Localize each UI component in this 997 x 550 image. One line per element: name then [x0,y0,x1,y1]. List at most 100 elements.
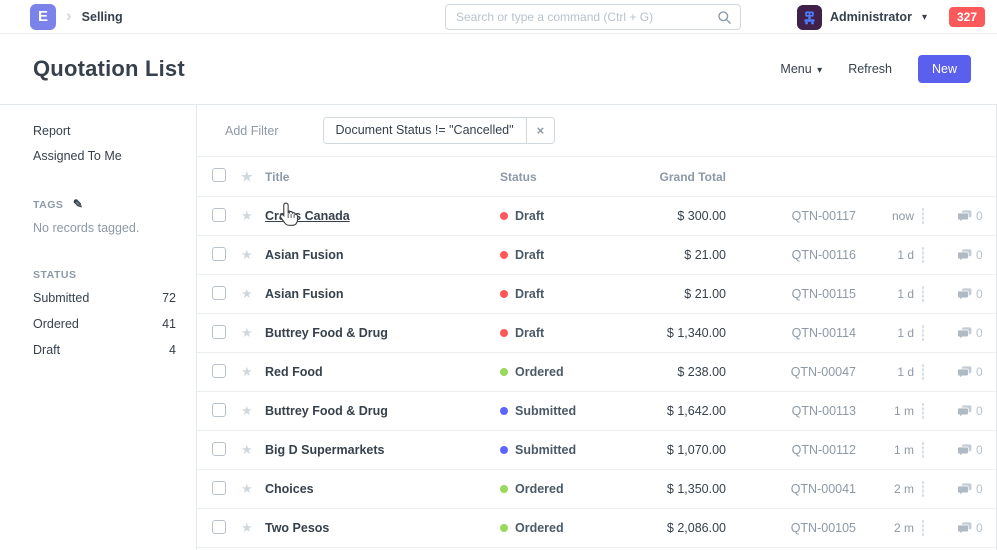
user-menu[interactable]: Administrator [830,10,912,24]
quotation-title-link[interactable]: Red Food [265,365,323,379]
comment-count: 0 [976,521,983,535]
assign-placeholder[interactable] [922,364,924,380]
app-logo[interactable]: E [30,4,56,30]
quotation-title-link[interactable]: Crafts Canada [265,209,350,223]
remove-filter-close-icon[interactable]: × [527,118,555,143]
comment-count-cell[interactable]: 0 [958,326,996,340]
row-checkbox[interactable] [212,325,226,339]
quotation-title-link[interactable]: Buttrey Food & Drug [265,404,388,418]
column-header-title[interactable]: Title [265,170,500,184]
quotation-id[interactable]: QTN-00113 [730,404,870,418]
star-icon[interactable]: ★ [241,286,253,301]
quotation-id[interactable]: QTN-00114 [730,326,870,340]
row-checkbox[interactable] [212,442,226,456]
assign-placeholder[interactable] [922,286,924,302]
assign-placeholder[interactable] [922,403,924,419]
status-filter-draft[interactable]: Draft 4 [33,343,176,357]
add-filter-button[interactable]: Add Filter [225,124,279,138]
star-icon[interactable]: ★ [241,325,253,340]
row-checkbox[interactable] [212,481,226,495]
search-input[interactable] [446,10,717,24]
refresh-button[interactable]: Refresh [848,62,892,76]
comment-count: 0 [976,482,983,496]
comment-count-cell[interactable]: 0 [958,521,996,535]
user-avatar[interactable] [797,5,822,30]
quotation-id[interactable]: QTN-00105 [730,521,870,535]
star-header-icon[interactable]: ★ [241,169,253,184]
sidebar-item-report[interactable]: Report [33,124,176,138]
row-checkbox[interactable] [212,403,226,417]
quotation-id[interactable]: QTN-00047 [730,365,870,379]
quotation-title-link[interactable]: Asian Fusion [265,287,343,301]
column-header-status[interactable]: Status [500,170,630,184]
comment-count-cell[interactable]: 0 [958,209,996,223]
quotation-id[interactable]: QTN-00112 [730,443,870,457]
status-cell: Draft [500,209,630,223]
assign-placeholder[interactable] [922,325,924,341]
star-icon[interactable]: ★ [241,364,253,379]
grand-total-cell: $ 1,350.00 [630,482,730,496]
quotation-id[interactable]: QTN-00117 [730,209,870,223]
quotation-title-link[interactable]: Asian Fusion [265,248,343,262]
comment-count-cell[interactable]: 0 [958,482,996,496]
comment-count-cell[interactable]: 0 [958,365,996,379]
grand-total-cell: $ 238.00 [630,365,730,379]
status-filter-submitted[interactable]: Submitted 72 [33,291,176,305]
quotation-title-link[interactable]: Big D Supermarkets [265,443,384,457]
comment-icon [958,366,972,378]
status-cell: Ordered [500,482,630,496]
comment-count-cell[interactable]: 0 [958,287,996,301]
filter-chip-label[interactable]: Document Status != "Cancelled" [324,118,527,143]
star-icon[interactable]: ★ [241,481,253,496]
column-header-grand-total[interactable]: Grand Total [630,170,730,184]
quotation-row: ★ Red Food Ordered $ 238.00 QTN-00047 1 … [197,353,996,392]
notification-badge[interactable]: 327 [949,7,985,27]
star-icon[interactable]: ★ [241,442,253,457]
menu-button[interactable]: Menu ▾ [780,62,822,76]
search-icon[interactable] [717,10,732,25]
row-checkbox[interactable] [212,208,226,222]
comment-count-cell[interactable]: 0 [958,248,996,262]
row-checkbox[interactable] [212,364,226,378]
quotation-title-link[interactable]: Buttrey Food & Drug [265,326,388,340]
quotation-row: ★ Choices Ordered $ 1,350.00 QTN-00041 2… [197,470,996,509]
status-label: Draft [515,209,544,223]
row-checkbox[interactable] [212,247,226,261]
grand-total-cell: $ 1,340.00 [630,326,730,340]
assign-placeholder[interactable] [922,481,924,497]
quotation-id[interactable]: QTN-00116 [730,248,870,262]
row-checkbox[interactable] [212,520,226,534]
comment-count: 0 [976,326,983,340]
new-button[interactable]: New [918,55,971,83]
star-icon[interactable]: ★ [241,247,253,262]
status-label: Ordered [515,365,564,379]
assign-placeholder[interactable] [922,442,924,458]
status-count: 4 [169,343,176,357]
quotation-title-link[interactable]: Choices [265,482,314,496]
quotation-title-link[interactable]: Two Pesos [265,521,329,535]
quotation-id[interactable]: QTN-00041 [730,482,870,496]
sidebar-item-assigned-to-me[interactable]: Assigned To Me [33,149,176,163]
status-dot [500,290,508,298]
assign-placeholder[interactable] [922,208,924,224]
status-filter-ordered[interactable]: Ordered 41 [33,317,176,331]
quotation-id[interactable]: QTN-00115 [730,287,870,301]
breadcrumb-selling[interactable]: Selling [82,10,123,24]
row-checkbox[interactable] [212,286,226,300]
assign-placeholder[interactable] [922,247,924,263]
star-icon[interactable]: ★ [241,403,253,418]
comment-count-cell[interactable]: 0 [958,443,996,457]
select-all-checkbox[interactable] [212,168,226,182]
comment-icon [958,249,972,261]
comment-count-cell[interactable]: 0 [958,404,996,418]
global-search[interactable] [445,4,741,30]
status-dot [500,485,508,493]
menu-caret-down-icon: ▾ [817,65,822,76]
quotation-table-body: ★ Crafts Canada Draft $ 300.00 QTN-00117… [197,197,996,548]
comment-icon [958,444,972,456]
assign-placeholder[interactable] [922,520,924,536]
status-label: Draft [515,326,544,340]
edit-tags-icon[interactable]: ✎ [73,197,84,211]
star-icon[interactable]: ★ [241,520,253,535]
star-icon[interactable]: ★ [241,208,253,223]
